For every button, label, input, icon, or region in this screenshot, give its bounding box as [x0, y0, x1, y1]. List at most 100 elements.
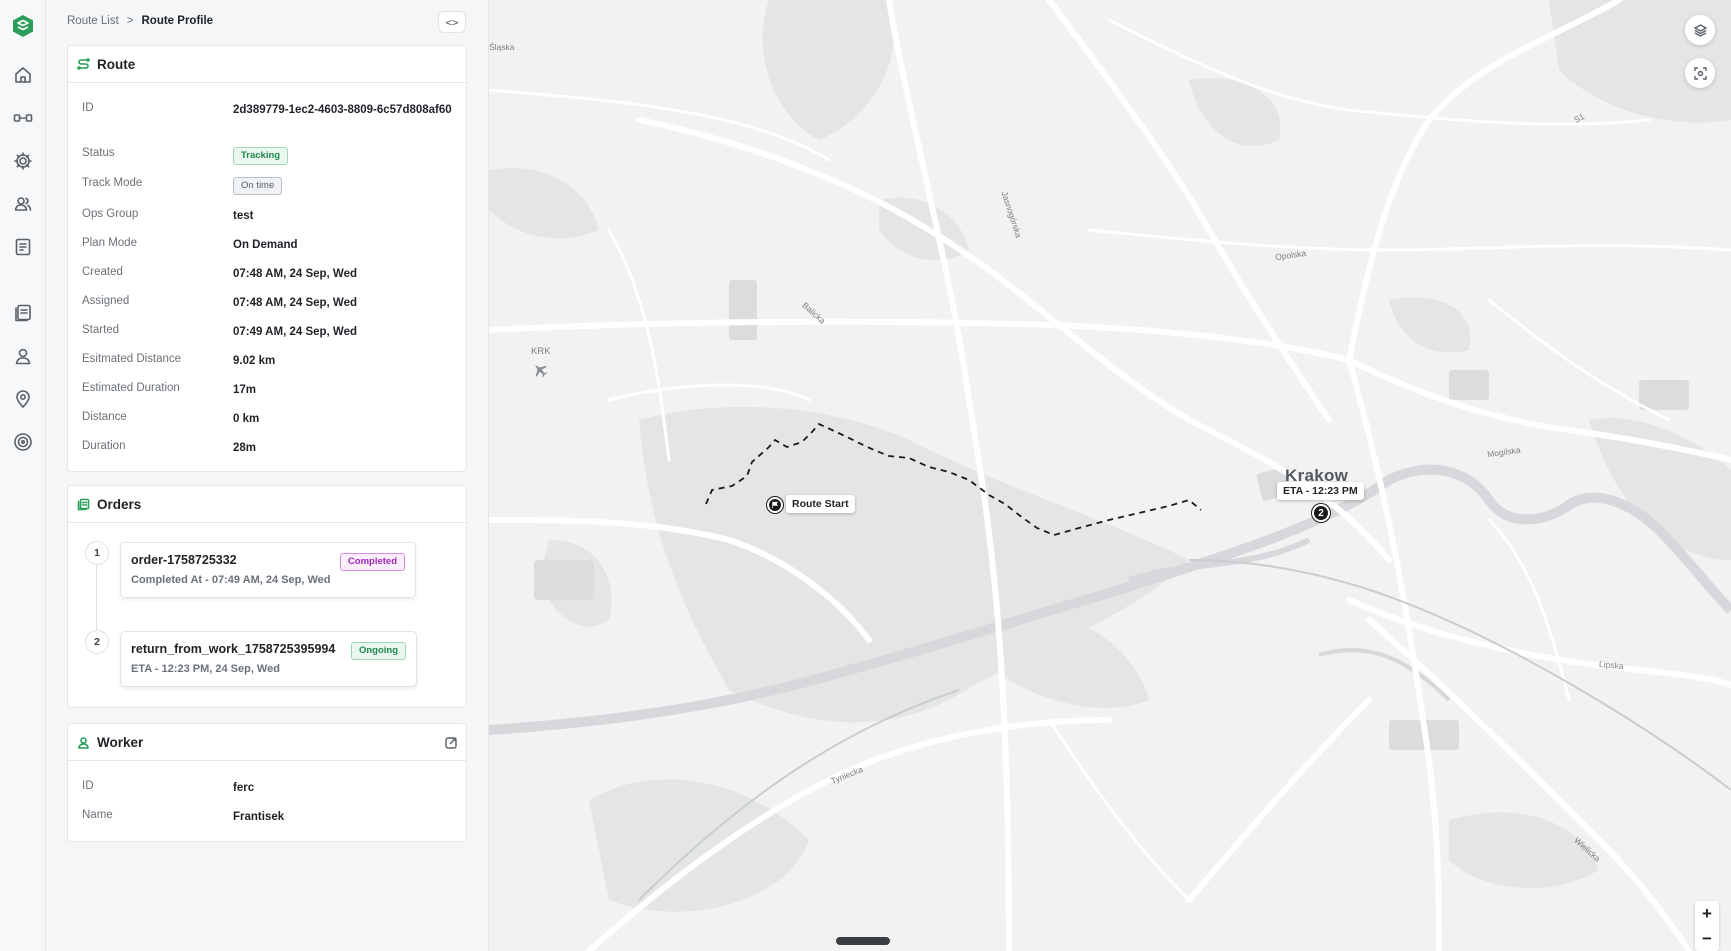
started-value: 07:49 AM, 24 Sep, Wed	[233, 326, 357, 338]
airport-icon	[535, 365, 548, 378]
team-icon[interactable]	[11, 192, 35, 216]
zoom-in-button[interactable]: +	[1695, 901, 1719, 926]
worker-icon[interactable]	[11, 344, 35, 368]
worker-id-row: ID ferc	[82, 780, 456, 796]
est-duration-value: 17m	[233, 384, 257, 396]
route-profile-panel: Route List > Route Profile <> Route ID 2d…	[46, 0, 489, 951]
route-started-row: Started 07:49 AM, 24 Sep, Wed	[82, 324, 456, 340]
eta-label: ETA - 12:23 PM	[1277, 482, 1364, 500]
route-plan-mode-row: Plan Mode On Demand	[82, 237, 456, 253]
route-card-header: Route	[68, 46, 466, 83]
route-created-row: Created 07:48 AM, 24 Sep, Wed	[82, 266, 456, 282]
airport-label: KRK	[531, 346, 551, 357]
order-card[interactable]: return_from_work_1758725395994 Ongoing E…	[120, 631, 417, 687]
distance-label: Distance	[82, 411, 127, 423]
worker-icon	[78, 736, 89, 749]
est-duration-label: Estimated Duration	[82, 382, 180, 394]
route-distance-row: Distance 0 km	[82, 411, 456, 427]
duration-value: 28m	[233, 442, 257, 454]
zoom-out-button[interactable]: −	[1695, 926, 1719, 951]
started-label: Started	[82, 324, 120, 336]
plan-mode-value: On Demand	[233, 239, 298, 251]
breadcrumb-route-list[interactable]: Route List	[67, 15, 119, 27]
app-logo-icon[interactable]	[10, 13, 36, 39]
map-base	[489, 0, 1731, 951]
route-status-label: Status	[82, 147, 115, 159]
order-card[interactable]: order-1758725332 Completed Completed At …	[120, 542, 416, 598]
worker-card-title: Worker	[97, 734, 144, 750]
order-status-badge: Completed	[339, 553, 405, 571]
order-name: return_from_work_1758725395994	[131, 642, 336, 656]
duration-label: Duration	[82, 440, 126, 452]
track-mode-badge: On time	[233, 177, 283, 195]
route-id-row: ID 2d389779-1ec2-4603-8809-6c57d808af60	[82, 102, 456, 118]
layers-icon	[1693, 23, 1707, 37]
order-detail: Completed At - 07:49 AM, 24 Sep, Wed	[131, 574, 331, 586]
flag-icon	[772, 501, 779, 509]
route-ops-group-row: Ops Group test	[82, 208, 456, 224]
route-icon	[77, 57, 90, 70]
report-icon[interactable]	[11, 235, 35, 259]
order-step-number: 1	[85, 541, 109, 565]
open-worker-external-icon[interactable]	[445, 736, 458, 749]
layers-button[interactable]	[1685, 15, 1715, 45]
orders-icon[interactable]	[11, 301, 35, 325]
route-track-mode-label: Track Mode	[82, 177, 143, 189]
collapse-panel-button[interactable]: <>	[438, 11, 466, 33]
tracking-icon[interactable]	[11, 430, 35, 454]
est-distance-label: Esitmated Distance	[82, 353, 182, 365]
worker-card-header: Worker	[68, 724, 466, 761]
breadcrumb-separator: >	[126, 15, 134, 27]
worker-id-value: ferc	[233, 782, 255, 794]
home-icon[interactable]	[11, 63, 35, 87]
route-card-title: Route	[97, 56, 136, 72]
worker-name-value: Frantisek	[233, 811, 285, 823]
assigned-value: 07:48 AM, 24 Sep, Wed	[233, 297, 357, 309]
street-label: Śląska	[489, 42, 515, 52]
created-label: Created	[82, 266, 123, 278]
route-start-label: Route Start	[786, 495, 855, 513]
created-value: 07:48 AM, 24 Sep, Wed	[233, 268, 357, 280]
route-assigned-row: Assigned 07:48 AM, 24 Sep, Wed	[82, 295, 456, 311]
worker-name-label: Name	[82, 809, 113, 821]
route-duration-row: Duration 28m	[82, 440, 456, 456]
route-track-mode-row: Track Mode On time	[82, 177, 456, 195]
focus-icon	[1693, 66, 1707, 80]
orders-icon	[77, 498, 90, 510]
route-card: Route ID 2d389779-1ec2-4603-8809-6c57d808…	[67, 45, 467, 472]
breadcrumb-current: Route Profile	[141, 15, 214, 27]
worker-id-label: ID	[82, 780, 94, 792]
worker-card: Worker ID ferc Name Frantisek	[67, 723, 467, 842]
gear-icon[interactable]	[11, 149, 35, 173]
ops-group-label: Ops Group	[82, 208, 139, 220]
route-id-label: ID	[82, 102, 94, 114]
street-label: Lipska	[1598, 658, 1624, 672]
route-status-row: Status Tracking	[82, 147, 456, 165]
location-pin-icon[interactable]	[11, 387, 35, 411]
plan-mode-label: Plan Mode	[82, 237, 137, 249]
routes-icon[interactable]	[11, 106, 35, 130]
zoom-control: + −	[1695, 901, 1719, 951]
nav-rail	[0, 0, 46, 951]
breadcrumb: Route List > Route Profile	[67, 15, 213, 27]
orders-card-title: Orders	[97, 496, 142, 512]
route-map[interactable]: Śląska Jasnogórska Balicka Opolska Mogil…	[489, 0, 1731, 951]
ops-group-value: test	[233, 210, 254, 222]
orders-card-header: Orders	[68, 486, 466, 523]
order-step-number: 2	[85, 630, 109, 654]
status-badge: Tracking	[233, 147, 289, 165]
order-detail: ETA - 12:23 PM, 24 Sep, Wed	[131, 663, 280, 675]
route-est-distance-row: Esitmated Distance 9.02 km	[82, 353, 456, 369]
orders-card: Orders 1 order-1758725332 Completed Comp…	[67, 485, 467, 708]
route-est-duration-row: Estimated Duration 17m	[82, 382, 456, 398]
route-start-marker[interactable]	[767, 497, 783, 513]
stop-marker[interactable]: 2	[1312, 504, 1330, 522]
order-name: order-1758725332	[131, 553, 237, 567]
est-distance-value: 9.02 km	[233, 355, 276, 367]
route-id-value: 2d389779-1ec2-4603-8809-6c57d808af60	[233, 104, 452, 116]
drawer-handle[interactable]	[836, 937, 890, 945]
distance-value: 0 km	[233, 413, 260, 425]
worker-name-row: Name Frantisek	[82, 809, 456, 825]
order-status-badge: Ongoing	[350, 642, 406, 660]
recenter-button[interactable]	[1685, 58, 1715, 88]
